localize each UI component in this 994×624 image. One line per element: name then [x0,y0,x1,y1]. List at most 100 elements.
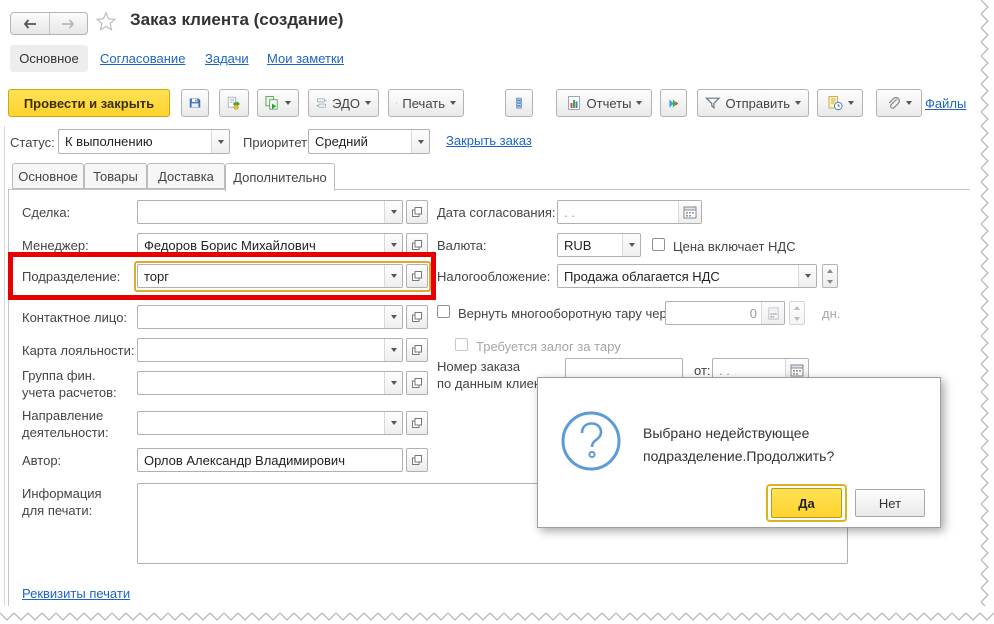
print-button[interactable]: Печать [388,89,464,117]
approval-date-calendar-button[interactable] [678,201,701,223]
fin-group-dropdown-button[interactable] [384,372,402,394]
tax-spin-control[interactable] [822,264,838,288]
yes-button[interactable]: Да [771,488,842,518]
back-button[interactable] [11,13,49,34]
structure-button[interactable] [505,89,533,117]
department-input[interactable]: торг [137,264,403,288]
page-title: Заказ клиента (создание) [130,10,344,29]
loyalty-dropdown-button[interactable] [384,339,402,361]
tax-label: Налогообложение: [437,269,551,284]
priority-select[interactable]: Средний [308,129,430,154]
contact-value [138,306,384,328]
deal-open-button[interactable] [406,200,428,224]
send-button[interactable]: Отправить [697,89,809,117]
tare-deposit-checkbox[interactable] [455,338,468,351]
status-value: К выполнению [65,134,153,149]
tab-tasks[interactable]: Задачи [205,51,249,66]
spin-up-icon [794,305,800,310]
author-open-button[interactable] [406,448,428,472]
page-tab-delivery[interactable]: Доставка [147,163,225,189]
deal-input[interactable] [137,200,403,224]
currency-input[interactable]: RUB [557,233,641,257]
status-dropdown-button[interactable] [211,130,229,153]
contact-open-button[interactable] [406,305,428,329]
tax-input[interactable]: Продажа облагается НДС [557,264,817,288]
tare-return-checkbox[interactable] [437,305,450,318]
tare-days-spin-control[interactable] [789,301,805,325]
favorite-star-icon[interactable] [95,11,117,36]
print-details-link[interactable]: Реквизиты печати [22,586,130,601]
business-process-button[interactable] [660,89,687,117]
priority-dropdown-button[interactable] [411,130,429,153]
post-document-button[interactable] [219,89,249,117]
loyalty-label: Карта лояльности: [22,343,135,358]
open-icon [412,271,422,281]
activity-dropdown-button[interactable] [384,412,402,434]
loyalty-input[interactable] [137,338,403,362]
no-button[interactable]: Нет [855,489,925,517]
print-info-label: Информация для печати: [22,486,102,518]
print-label: Печать [402,95,445,111]
page-tab-additional[interactable]: Дополнительно [225,163,335,191]
tax-dropdown-button[interactable] [798,265,816,287]
fin-group-open-button[interactable] [406,371,428,395]
manager-input[interactable]: Федоров Борис Михайлович [137,233,403,257]
open-icon [412,240,422,250]
attachments-button[interactable] [876,89,922,117]
fin-group-input[interactable] [137,371,403,395]
tare-days-value: 0 [749,306,757,321]
approval-date-input[interactable]: . . [557,200,702,224]
forward-button[interactable] [48,13,88,34]
contact-dropdown-button[interactable] [384,306,402,328]
loyalty-open-button[interactable] [406,338,428,362]
page-tab-main[interactable]: Основное [12,163,84,189]
edo-icon [316,98,327,108]
activity-input[interactable] [137,411,403,435]
dropdown-caret [906,101,912,105]
files-link[interactable]: Файлы [925,96,966,111]
currency-value: RUB [564,238,592,253]
tare-days-calculator-button[interactable] [761,302,784,324]
send-icon [705,97,721,110]
deal-dropdown-button[interactable] [384,201,402,223]
open-icon [412,207,422,217]
dropdown-caret [390,421,397,425]
dropdown-caret [636,101,643,105]
document-clock-icon [828,96,843,111]
tab-my-notes[interactable]: Мои заметки [267,51,344,66]
manager-dropdown-button[interactable] [384,234,402,256]
open-icon [412,378,422,388]
edo-button[interactable]: ЭДО [308,89,379,117]
approval-date-value: . . [564,205,575,220]
yes-button-label: Да [798,495,815,511]
reports-button[interactable]: Отчеты [556,89,652,117]
copy-document-icon [265,95,278,110]
status-select[interactable]: К выполнению [58,129,230,154]
calendar-icon [683,206,697,219]
page-tab-goods[interactable]: Товары [84,163,147,189]
save-button[interactable] [181,89,209,117]
currency-dropdown-button[interactable] [622,234,640,256]
activity-open-button[interactable] [406,411,428,435]
vat-included-checkbox[interactable] [652,238,665,251]
contact-input[interactable] [137,305,403,329]
create-based-on-button[interactable] [257,89,299,117]
reminder-button[interactable] [817,89,863,117]
close-order-link[interactable]: Закрыть заказ [446,133,532,148]
spin-down-icon [827,279,833,284]
tab-approval[interactable]: Согласование [100,51,185,66]
post-and-close-button[interactable]: Провести и закрыть [8,89,170,117]
no-button-label: Нет [878,495,902,511]
department-dropdown-button[interactable] [384,265,402,287]
manager-open-button[interactable] [406,233,428,257]
department-open-button[interactable] [406,264,428,288]
order-form-window: Заказ клиента (создание) Основное Соглас… [0,0,994,624]
open-icon [412,418,422,428]
dropdown-caret [804,274,811,278]
tare-days-input[interactable]: 0 [665,301,785,325]
author-input[interactable]: Орлов Александр Владимирович [137,448,403,472]
tare-days-unit-label: дн. [822,306,841,321]
history-nav-group [10,12,88,35]
dropdown-caret [217,139,224,144]
tab-main[interactable]: Основное [10,45,88,72]
